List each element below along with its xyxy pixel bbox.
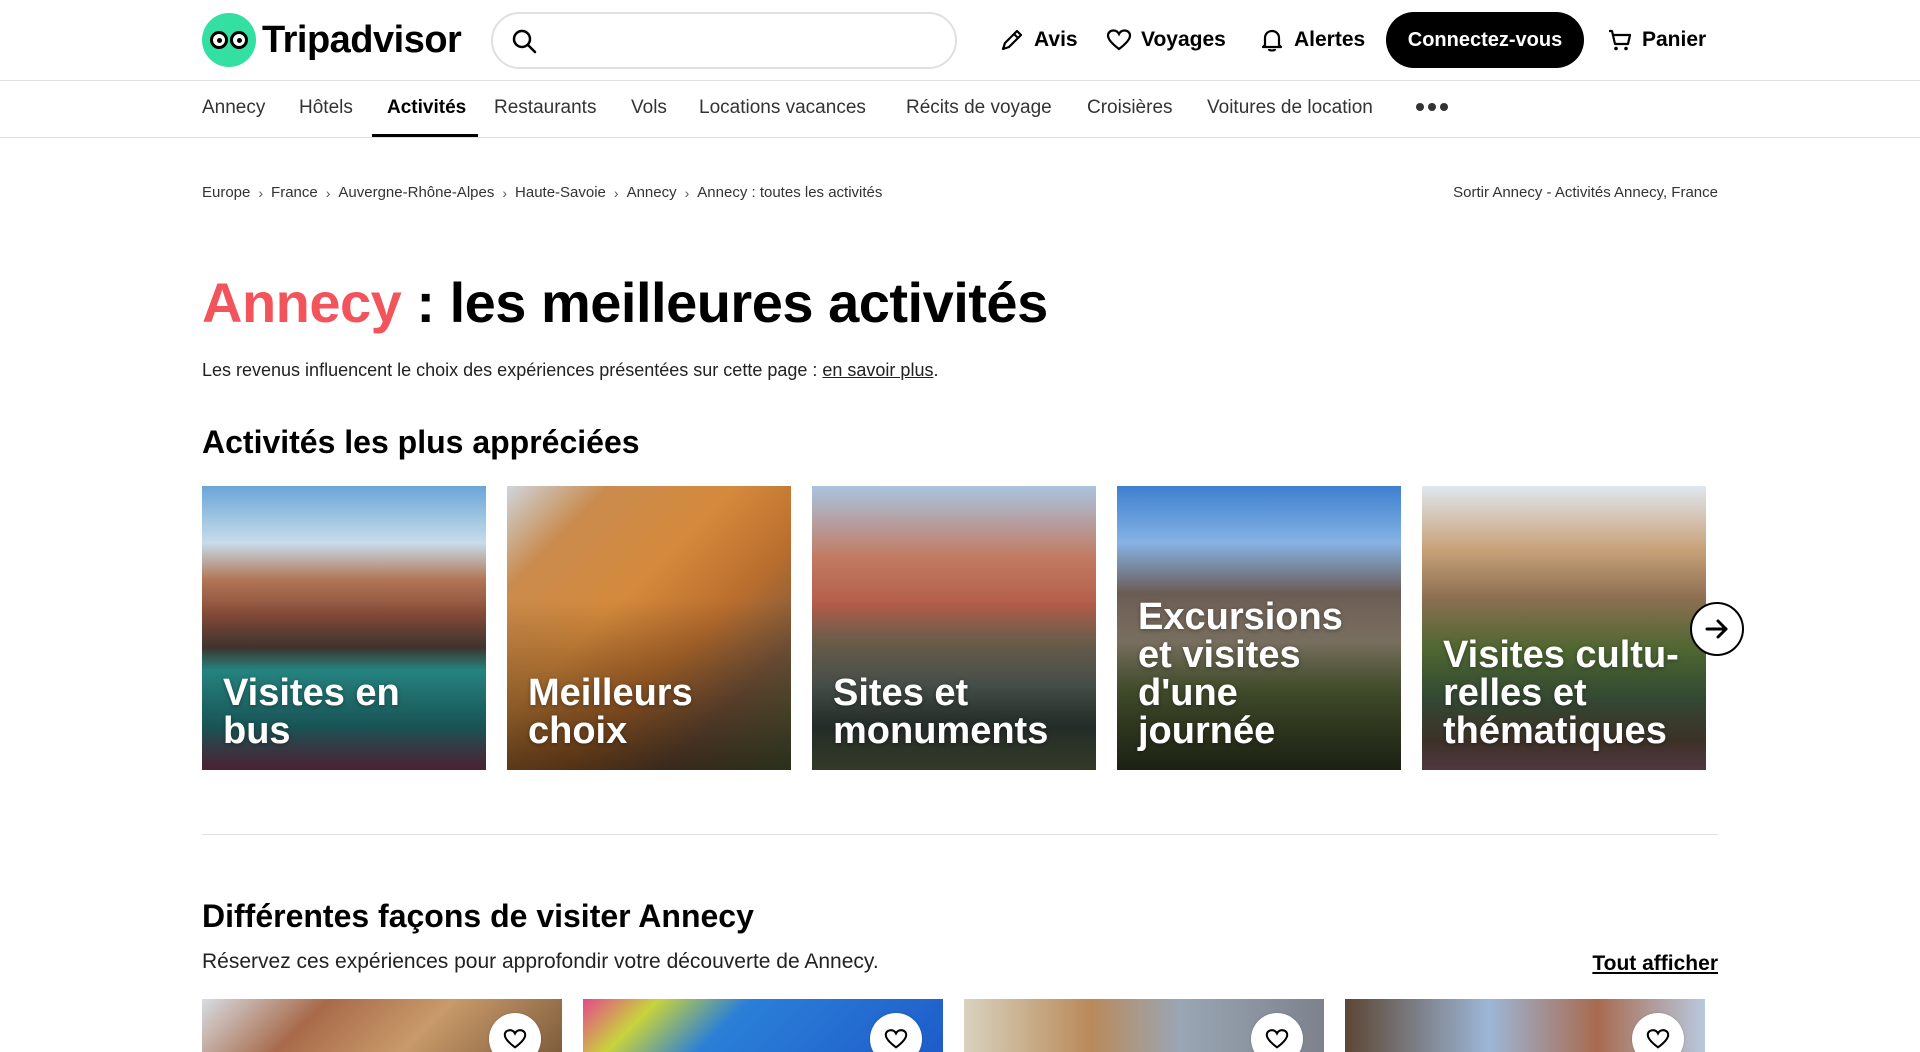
experience-tiles [202,999,1705,1052]
ways-heading: Différentes façons de visiter Annecy [202,898,754,934]
page-title-rest: : les meilleures activités [401,271,1048,334]
login-button[interactable]: Connectez-vous [1386,12,1584,68]
reviews-label: Avis [1034,28,1078,51]
carousel-next-button[interactable] [1690,602,1744,656]
breadcrumb-item[interactable]: Haute-Savoie [515,184,606,201]
breadcrumb-item[interactable]: Annecy [627,184,677,201]
save-heart-icon[interactable] [489,1013,541,1052]
logo-text: Tripadvisor [262,18,462,61]
category-card-top-picks[interactable]: Meilleurs choix [507,486,791,770]
card-label: Meilleurs choix [528,672,693,752]
experience-tile[interactable] [583,999,943,1052]
subnav-item-activities[interactable]: Activités [387,97,466,119]
search-icon [512,29,537,54]
subnav-item-vacation-rentals[interactable]: Locations vacances [699,97,866,119]
owl-logo-icon [202,13,256,67]
subnav-item-hotels[interactable]: Hôtels [299,97,353,119]
breadcrumb-current: Annecy : toutes les activités [697,184,883,201]
page-title: Annecy : les meilleures activités [202,270,1048,335]
category-card-bus-tours[interactable]: Visites en bus [202,486,486,770]
chevron-right-icon: › [258,184,264,201]
category-card-cultural-tours[interactable]: Visites cultu-relles et thématiques [1422,486,1706,770]
bell-icon [1261,29,1283,52]
save-heart-icon[interactable] [1632,1013,1684,1052]
save-heart-icon[interactable] [870,1013,922,1052]
ways-description: Réservez ces expériences pour approfondi… [202,950,879,973]
chevron-right-icon: › [684,184,690,201]
cart-link[interactable]: Panier [1606,18,1706,62]
section-divider [202,834,1718,835]
subnav-item-cruises[interactable]: Croisières [1087,97,1173,119]
breadcrumb-item[interactable]: France [271,184,318,201]
trips-label: Voyages [1141,28,1226,51]
breadcrumb-right-text: Sortir Annecy - Activités Annecy, France [1453,184,1718,201]
page-title-city: Annecy [202,271,402,334]
cart-icon [1609,29,1632,51]
disclaimer-end: . [933,360,939,380]
category-carousel: Visites en bus Meilleurs choix Sites et … [202,486,1706,770]
disclaimer-text: Les revenus influencent le choix des exp… [202,360,823,380]
alerts-label: Alertes [1294,28,1366,51]
subnav-item-flights[interactable]: Vols [631,97,667,119]
card-label: Visites en bus [223,672,400,752]
revenue-disclaimer: Les revenus influencent le choix des exp… [202,360,938,381]
see-all-link[interactable]: Tout afficher [1592,952,1718,976]
tripadvisor-logo[interactable]: Tripadvisor [202,13,462,67]
category-card-sights-landmarks[interactable]: Sites et monuments [812,486,1096,770]
pencil-icon [1001,29,1023,51]
trips-link[interactable]: Voyages [1105,18,1226,62]
learn-more-link[interactable]: en savoir plus [822,360,933,380]
active-tab-indicator [372,134,478,137]
save-heart-icon[interactable] [1251,1013,1303,1052]
card-label: Visites cultu-relles et thématiques [1443,634,1679,752]
cart-label: Panier [1642,28,1707,51]
experience-tile[interactable] [964,999,1324,1052]
experience-tile[interactable] [202,999,562,1052]
subnav-item-travel-stories[interactable]: Récits de voyage [906,97,1052,119]
card-label: Excursions et visites d'une journée [1138,596,1343,752]
chevron-right-icon: › [325,184,331,201]
breadcrumb-item[interactable]: Auvergne-Rhône-Alpes [338,184,494,201]
subnav-item-restaurants[interactable]: Restaurants [494,97,596,119]
category-nav: Annecy Hôtels Activités Restaurants Vols… [0,81,1920,138]
top-header: Tripadvisor Avis Voyages Alertes Connect… [0,0,1920,81]
chevron-right-icon: › [502,184,508,201]
card-label: Sites et monuments [833,672,1049,752]
breadcrumb: Europe › France › Auvergne-Rhône-Alpes ›… [202,184,882,201]
subnav-item-annecy[interactable]: Annecy [202,97,265,119]
experience-tile[interactable] [1345,999,1705,1052]
heart-icon [1106,29,1132,51]
more-icon[interactable] [1416,103,1448,111]
arrow-right-icon [1705,619,1728,639]
breadcrumb-item[interactable]: Europe [202,184,250,201]
popular-heading: Activités les plus appréciées [202,424,640,460]
search-input[interactable] [491,12,957,69]
reviews-link[interactable]: Avis [998,18,1078,62]
subnav-item-car-rentals[interactable]: Voitures de location [1207,97,1373,119]
category-card-day-trips[interactable]: Excursions et visites d'une journée [1117,486,1401,770]
chevron-right-icon: › [613,184,619,201]
alerts-link[interactable]: Alertes [1258,18,1365,62]
